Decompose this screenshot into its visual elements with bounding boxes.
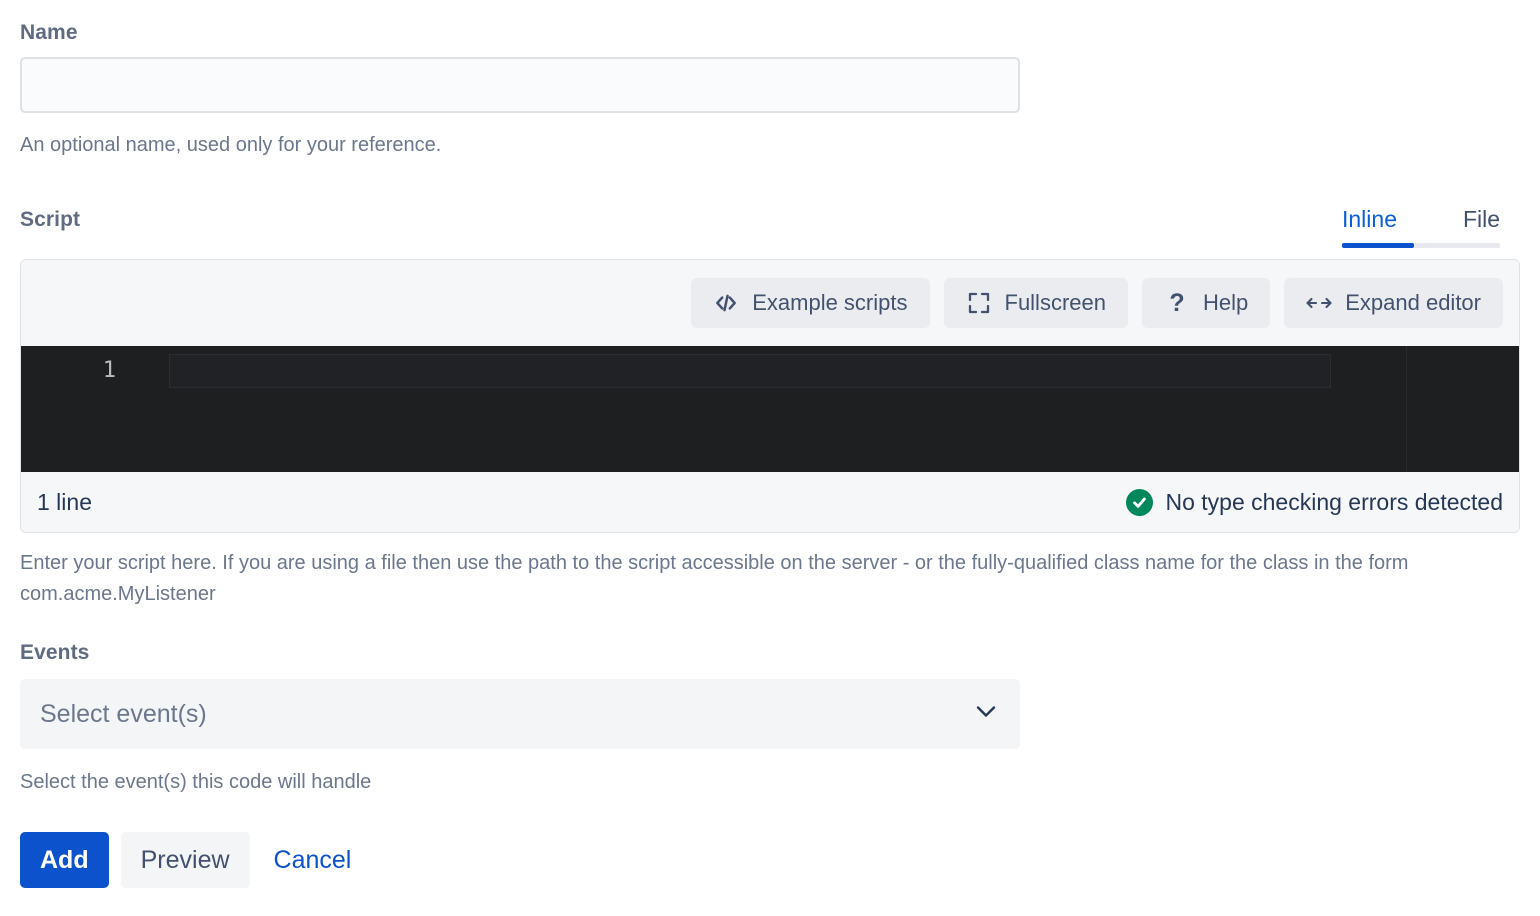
help-button[interactable]: ? Help [1141,278,1271,328]
name-description: An optional name, used only for your ref… [20,134,442,156]
line-count-label: 1 line [37,488,92,515]
name-field-group: Name An optional name, used only for you… [20,0,1520,161]
script-label: Script [20,208,81,231]
events-select-value: Select event(s) [40,699,207,728]
cancel-button[interactable]: Cancel [262,832,364,888]
editor-status-bar: 1 line No type checking errors detected [21,472,1519,532]
check-circle-icon [1126,488,1154,516]
script-listener-form: Name An optional name, used only for you… [0,0,1540,916]
events-field-group: Events Select event(s) Select the event(… [20,642,1520,798]
preview-button[interactable]: Preview [120,832,250,888]
tab-inline[interactable]: Inline [1342,208,1397,233]
script-editor-panel: Example scripts Fullscreen ? Help Expand… [20,259,1520,533]
example-scripts-button[interactable]: Example scripts [691,278,930,328]
form-actions: Add Preview Cancel [20,832,1520,888]
question-mark-icon: ? [1169,288,1185,317]
left-right-arrow-icon [1306,290,1332,316]
fullscreen-label: Fullscreen [1004,290,1106,315]
script-description: Enter your script here. If you are using… [20,552,1409,605]
events-select[interactable]: Select event(s) [20,679,1020,749]
events-label: Events [20,641,90,664]
example-scripts-label: Example scripts [752,290,908,315]
editor-toolbar: Example scripts Fullscreen ? Help Expand… [21,260,1519,346]
expand-editor-button[interactable]: Expand editor [1284,278,1503,328]
code-icon [713,290,739,316]
editor-ruler-line [1406,346,1407,472]
help-label: Help [1202,290,1249,315]
add-button[interactable]: Add [20,832,109,888]
script-header: Script Inline File [20,197,1520,253]
tab-file[interactable]: File [1463,208,1500,233]
fullscreen-icon [966,290,992,316]
events-description: Select the event(s) this code will handl… [20,771,372,793]
active-line-highlight [169,354,1331,388]
code-editor-area[interactable]: 1 [21,346,1519,472]
script-source-tabs: Inline File [1342,197,1500,248]
type-check-status: No type checking errors detected [1126,488,1503,516]
expand-editor-label: Expand editor [1345,290,1481,315]
name-input[interactable] [20,57,1020,113]
type-check-label: No type checking errors detected [1165,488,1503,515]
line-number-1: 1 [102,358,116,383]
tab-underline-track [1342,243,1500,248]
name-label: Name [20,21,78,44]
fullscreen-button[interactable]: Fullscreen [943,278,1128,328]
events-select-wrapper: Select event(s) [20,679,1020,749]
tab-underline-active [1342,243,1414,248]
